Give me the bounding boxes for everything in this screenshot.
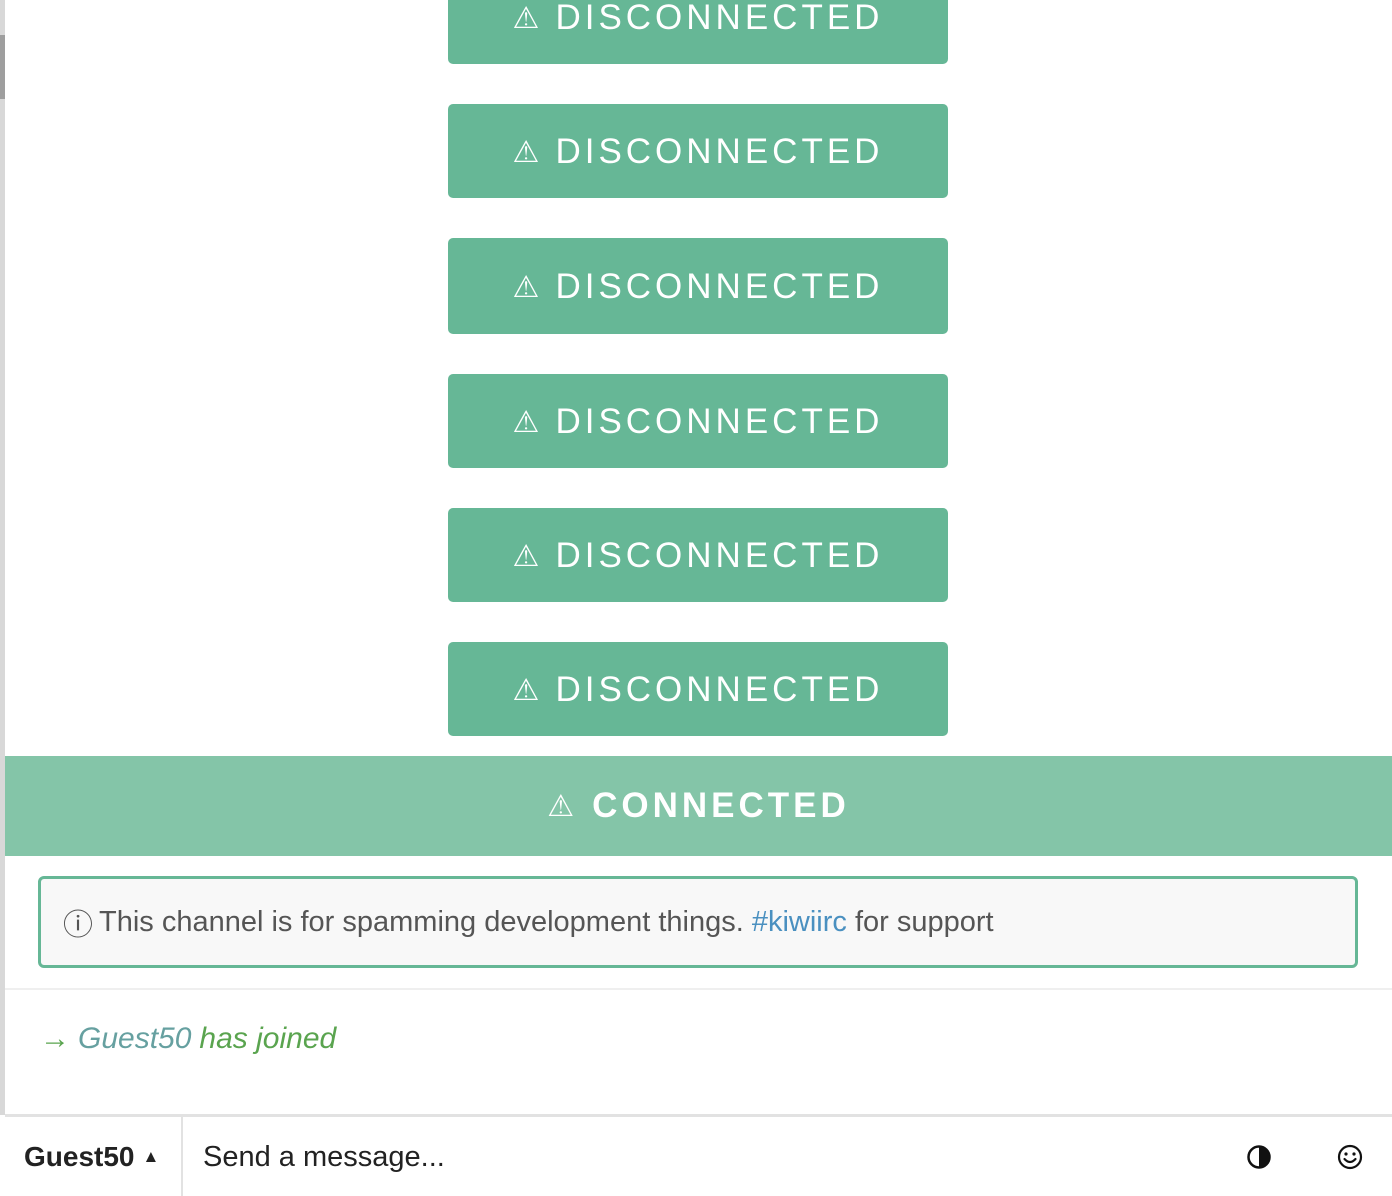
disconnected-button[interactable]: ⚠ DISCONNECTED — [448, 642, 948, 736]
divider — [5, 988, 1392, 990]
join-arrow-icon: → — [40, 1022, 70, 1055]
status-label: DISCONNECTED — [555, 132, 884, 171]
message-nick[interactable]: Guest50 — [78, 1022, 191, 1056]
message-input-bar: Guest50 ▲ — [5, 1114, 1392, 1196]
topic-text: This channel is for spamming development… — [99, 905, 744, 938]
disconnected-button[interactable]: ⚠ DISCONNECTED — [448, 0, 948, 64]
contrast-icon[interactable] — [1241, 1139, 1277, 1175]
status-list: ⚠ DISCONNECTED ⚠ DISCONNECTED ⚠ DISCONNE… — [0, 0, 1392, 756]
warning-icon: ⚠ — [547, 789, 575, 823]
message-input[interactable] — [203, 1135, 1183, 1179]
topic-text-after: for support — [854, 905, 994, 938]
warning-icon: ⚠ — [512, 135, 540, 169]
status-label: DISCONNECTED — [555, 402, 884, 441]
status-label: DISCONNECTED — [555, 0, 884, 37]
warning-icon: ⚠ — [512, 270, 540, 304]
nick-label: Guest50 — [24, 1140, 135, 1172]
connected-label: CONNECTED — [592, 786, 850, 825]
info-icon: ⓘ — [63, 909, 93, 942]
channel-topic: ⓘ This channel is for spamming developme… — [38, 876, 1358, 968]
warning-icon: ⚠ — [512, 539, 540, 573]
disconnected-button[interactable]: ⚠ DISCONNECTED — [448, 104, 948, 198]
connected-status-bar[interactable]: ⚠ CONNECTED — [5, 756, 1392, 856]
emoji-icon[interactable] — [1332, 1139, 1368, 1175]
warning-icon: ⚠ — [512, 405, 540, 439]
disconnected-button[interactable]: ⚠ DISCONNECTED — [448, 238, 948, 334]
disconnected-button[interactable]: ⚠ DISCONNECTED — [448, 508, 948, 602]
message-text: has joined — [199, 1022, 337, 1055]
disconnected-button[interactable]: ⚠ DISCONNECTED — [448, 374, 948, 468]
status-label: DISCONNECTED — [555, 670, 884, 709]
status-label: DISCONNECTED — [555, 267, 884, 306]
nick-button[interactable]: Guest50 ▲ — [5, 1117, 183, 1196]
channel-link[interactable]: #kiwiirc — [752, 906, 847, 939]
status-label: DISCONNECTED — [555, 536, 884, 575]
join-message: → Guest50 has joined — [40, 1022, 336, 1056]
caret-up-icon: ▲ — [142, 1146, 160, 1166]
warning-icon: ⚠ — [512, 1, 540, 35]
warning-icon: ⚠ — [512, 673, 540, 707]
